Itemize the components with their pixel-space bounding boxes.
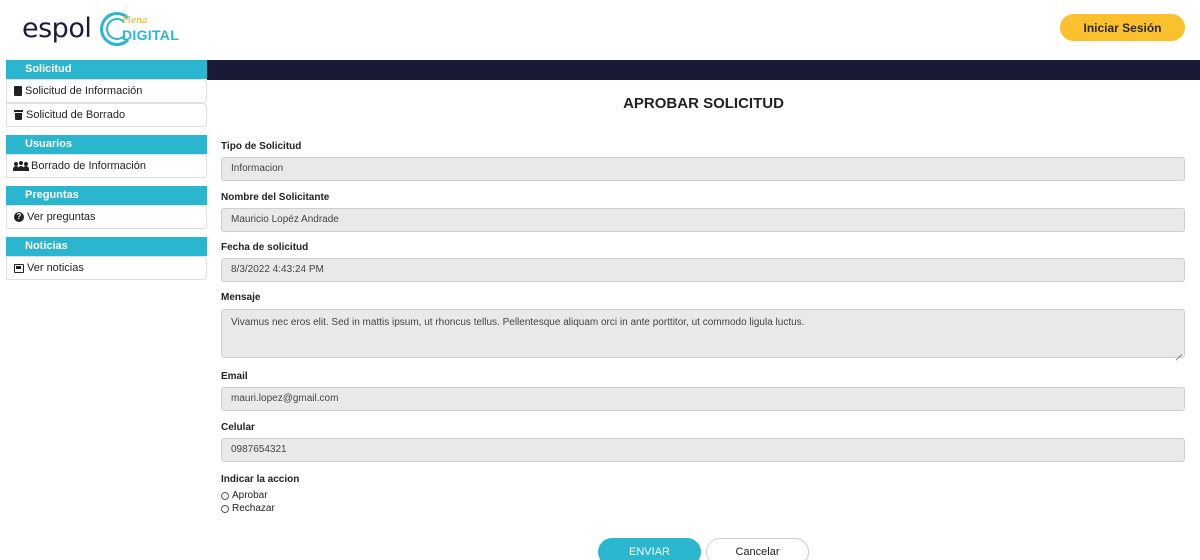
sidebar-item-ver-noticias[interactable]: Ver noticias [6, 256, 207, 280]
tipo-field[interactable]: Informacion [221, 157, 1185, 181]
radio-aprobar-label: Aprobar [232, 490, 268, 501]
celular-field[interactable]: 0987654321 [221, 438, 1185, 462]
sidebar-item-label: Borrado de Información [31, 160, 146, 172]
tipo-label: Tipo de Solicitud [221, 141, 302, 152]
radio-circle-icon[interactable] [221, 504, 229, 513]
nombre-label: Nombre del Solicitante [221, 192, 330, 203]
mensaje-text: Vivamus nec eros elit. Sed in mattis ips… [231, 317, 805, 328]
espol-logo[interactable]: espol [22, 14, 92, 44]
sidebar-item-borrado-informacion[interactable]: Borrado de Información [6, 154, 207, 178]
cancel-button[interactable]: Cancelar [706, 538, 809, 560]
send-button[interactable]: ENVIAR [598, 538, 701, 560]
sidebar-section-preguntas: Preguntas [6, 186, 207, 205]
sidebar-item-ver-preguntas[interactable]: ? Ver preguntas [6, 205, 207, 229]
plena-digital-logo[interactable]: Plena DIGITAL [100, 10, 179, 50]
page-title: APROBAR SOLICITUD [623, 95, 784, 112]
mensaje-textarea[interactable]: Vivamus nec eros elit. Sed in mattis ips… [221, 309, 1185, 358]
nombre-field[interactable]: Mauricio Lopéz Andrade [221, 208, 1185, 232]
email-label: Email [221, 371, 248, 382]
fecha-label: Fecha de solicitud [221, 242, 309, 253]
sidebar-item-label: Solicitud de Información [25, 85, 143, 97]
radio-circle-icon[interactable] [221, 491, 229, 500]
radio-rechazar-label: Rechazar [232, 503, 275, 514]
celular-label: Celular [221, 422, 255, 433]
sidebar-section-usuarios: Usuarios [6, 135, 207, 154]
sidebar-section-noticias: Noticias [6, 237, 207, 256]
sidebar-item-label: Ver preguntas [27, 211, 96, 223]
sidebar: Solicitud Solicitud de Información Solic… [0, 60, 207, 280]
accion-label: Indicar la accion [221, 474, 300, 485]
email-field[interactable]: mauri.lopez@gmail.com [221, 387, 1185, 411]
top-dark-bar [207, 60, 1200, 80]
mensaje-label: Mensaje [221, 292, 261, 303]
sidebar-section-solicitud: Solicitud [6, 60, 207, 79]
sidebar-item-label: Solicitud de Borrado [26, 109, 126, 121]
newspaper-icon [14, 263, 24, 273]
header: espol Plena DIGITAL Iniciar Sesión [0, 0, 1200, 60]
trash-icon [14, 110, 23, 120]
logo-script-text: Plena [122, 16, 148, 26]
resize-handle-icon[interactable] [1174, 347, 1182, 355]
sidebar-item-solicitud-informacion[interactable]: Solicitud de Información [6, 79, 207, 103]
logo-word-text: DIGITAL [122, 27, 180, 43]
sidebar-item-solicitud-borrado[interactable]: Solicitud de Borrado [6, 103, 207, 127]
radio-rechazar[interactable]: Rechazar [221, 503, 275, 514]
question-icon: ? [14, 212, 24, 222]
fecha-field[interactable]: 8/3/2022 4:43:24 PM [221, 258, 1185, 282]
file-icon [14, 86, 22, 96]
login-button[interactable]: Iniciar Sesión [1060, 14, 1185, 41]
users-icon [13, 161, 29, 171]
radio-aprobar[interactable]: Aprobar [221, 490, 268, 501]
sidebar-item-label: Ver noticias [27, 262, 84, 274]
